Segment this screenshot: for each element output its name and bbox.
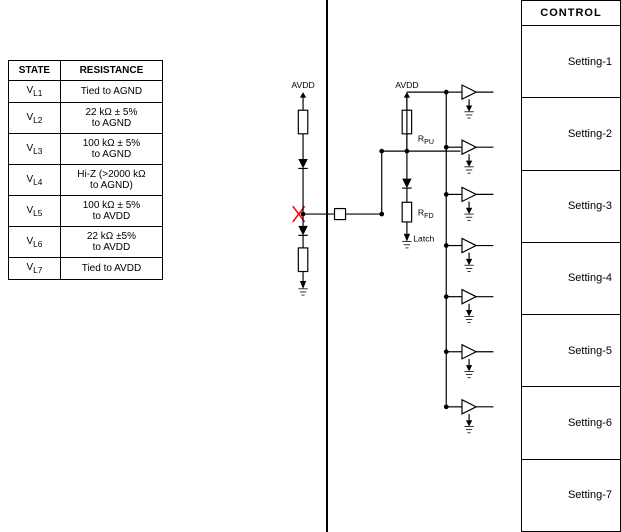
resistance-header: RESISTANCE [60,61,162,81]
control-panel: CONTROL Setting-1 Setting-2 Setting-3 Se… [521,0,621,532]
state-vl2: VL2 [9,103,61,134]
table-row: VL3 100 kΩ ± 5%to AGND [9,134,163,165]
avdd-left-label: AVDD [291,80,314,90]
rfd-label: RFD [418,208,434,220]
table-row: VL1 Tied to AGND [9,81,163,103]
table-row: VL4 Hi-Z (>2000 kΩto AGND) [9,165,163,196]
circuit-svg: AVDD [163,0,521,532]
control-settings: Setting-1 Setting-2 Setting-3 Setting-4 … [522,26,620,531]
latch-label: Latch [413,234,434,244]
resistance-vl6: 22 kΩ ±5%to AVDD [60,227,162,258]
resistance-vl3: 100 kΩ ± 5%to AGND [60,134,162,165]
control-header: CONTROL [522,1,620,26]
table-row: VL2 22 kΩ ± 5%to AGND [9,103,163,134]
state-header: STATE [9,61,61,81]
resistance-vl7: Tied to AVDD [60,258,162,280]
setting-7: Setting-7 [522,460,620,531]
setting-4: Setting-4 [522,243,620,315]
main-container: STATE RESISTANCE VL1 Tied to AGND VL2 22… [0,0,621,532]
state-vl7: VL7 [9,258,61,280]
state-table: STATE RESISTANCE VL1 Tied to AGND VL2 22… [8,60,163,280]
setting-2: Setting-2 [522,98,620,170]
state-vl4: VL4 [9,165,61,196]
rpu-label: RPU [418,134,434,146]
circuit-area: AVDD [163,0,521,532]
setting-6: Setting-6 [522,387,620,459]
state-vl6: VL6 [9,227,61,258]
avdd-right-label: AVDD [395,80,418,90]
setting-5: Setting-5 [522,315,620,387]
resistance-vl2: 22 kΩ ± 5%to AGND [60,103,162,134]
setting-1: Setting-1 [522,26,620,98]
table-row: VL5 100 kΩ ± 5%to AVDD [9,196,163,227]
state-vl5: VL5 [9,196,61,227]
table-row: VL6 22 kΩ ±5%to AVDD [9,227,163,258]
resistance-vl5: 100 kΩ ± 5%to AVDD [60,196,162,227]
resistance-vl4: Hi-Z (>2000 kΩto AGND) [60,165,162,196]
state-vl3: VL3 [9,134,61,165]
resistance-vl1: Tied to AGND [60,81,162,103]
setting-3: Setting-3 [522,171,620,243]
state-vl1: VL1 [9,81,61,103]
table-row: VL7 Tied to AVDD [9,258,163,280]
